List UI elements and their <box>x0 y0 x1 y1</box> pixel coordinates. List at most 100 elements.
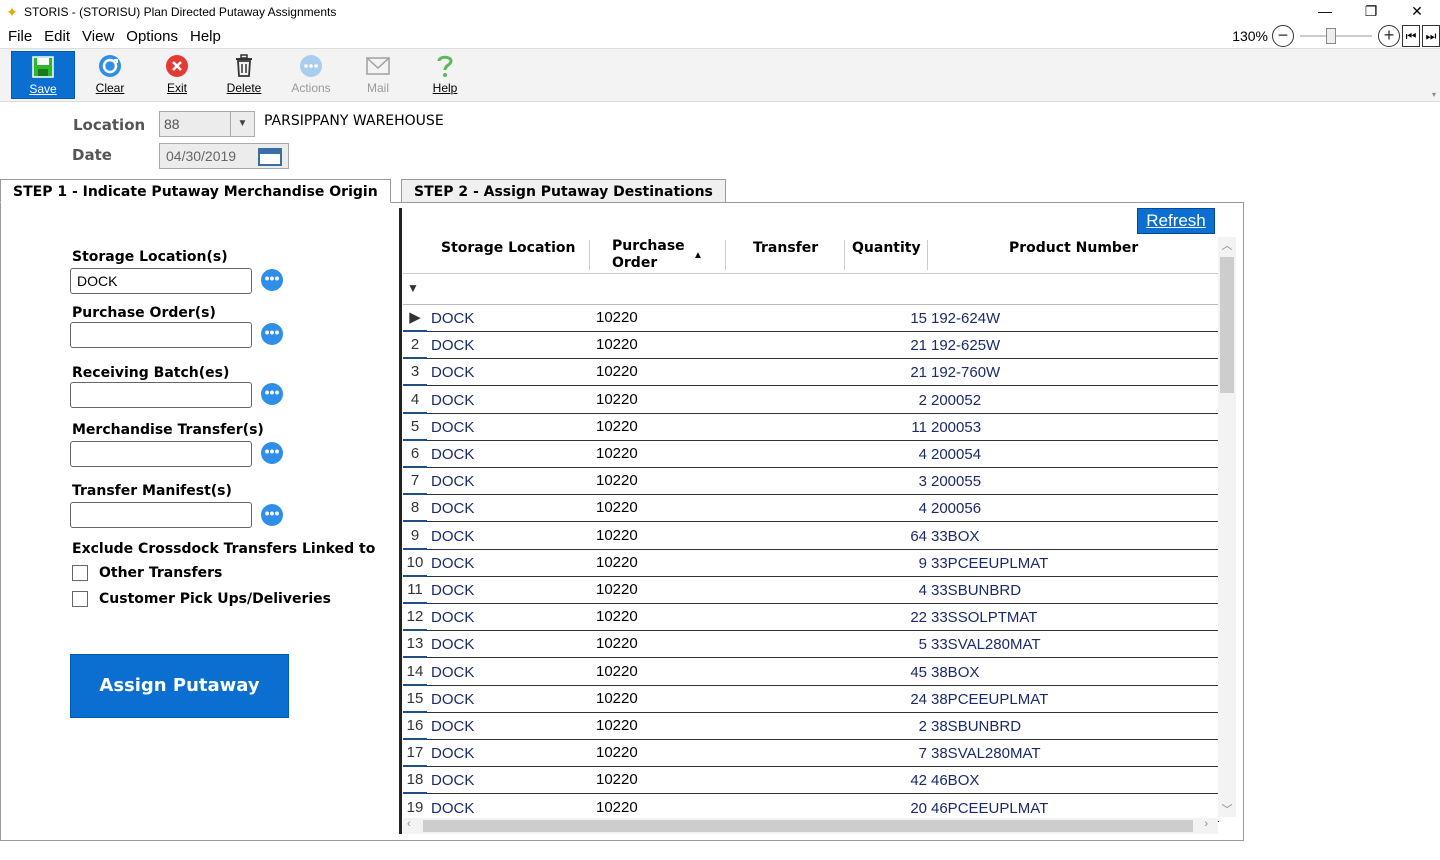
table-row[interactable]: 12 DOCK 10220 22 33SSOLPTMAT <box>403 604 1219 632</box>
minimize-button[interactable]: — <box>1302 0 1348 24</box>
vertical-scroll-thumb[interactable] <box>1220 257 1234 393</box>
location-select[interactable]: 88 ▼ <box>159 111 255 137</box>
save-label: Save <box>29 82 57 96</box>
merchandise-transfer-input[interactable] <box>70 441 252 467</box>
purchase-order-lookup-icon[interactable]: ••• <box>261 323 283 345</box>
cell-quantity: 4 <box>918 500 927 518</box>
cell-quantity: 15 <box>910 310 927 327</box>
delete-button[interactable]: Delete <box>212 51 276 99</box>
actions-button[interactable]: Actions <box>279 51 343 99</box>
col-transfer[interactable]: Transfer <box>753 240 818 257</box>
tab-step1[interactable]: STEP 1 - Indicate Putaway Merchandise Or… <box>0 179 391 203</box>
first-record-icon[interactable]: ⏮ <box>1402 25 1420 47</box>
chevron-down-icon[interactable]: ▼ <box>230 112 254 136</box>
zoom-out-icon[interactable]: − <box>1272 25 1294 47</box>
row-number: 15 <box>403 686 427 713</box>
cell-quantity: 4 <box>918 582 927 599</box>
panel-divider[interactable] <box>399 208 402 834</box>
menu-help[interactable]: Help <box>186 28 225 45</box>
table-row[interactable]: 16 DOCK 10220 2 38SBUNBRD <box>403 713 1219 740</box>
customer-pickups-checkbox[interactable] <box>72 591 88 607</box>
table-row[interactable]: 17 DOCK 10220 7 38SVAL280MAT <box>403 740 1219 768</box>
table-row[interactable]: 13 DOCK 10220 5 33SVAL280MAT <box>403 631 1219 659</box>
mail-button[interactable]: Mail <box>346 51 410 99</box>
transfer-manifest-input[interactable] <box>70 502 252 528</box>
clear-button[interactable]: Clear <box>78 51 142 99</box>
col-storage-location[interactable]: Storage Location <box>441 240 576 257</box>
vertical-scrollbar[interactable]: ︿ ﹀ <box>1218 237 1236 817</box>
table-row[interactable]: 2 DOCK 10220 21 192-625W <box>403 332 1219 360</box>
col-quantity[interactable]: Quantity <box>852 240 921 257</box>
table-row[interactable]: 3 DOCK 10220 21 192-760W <box>403 359 1219 387</box>
storage-location-lookup-icon[interactable]: ••• <box>261 269 283 291</box>
cell-storage-location: DOCK <box>431 337 475 355</box>
table-row[interactable]: 9 DOCK 10220 64 33BOX <box>403 523 1219 550</box>
restore-button[interactable]: ❐ <box>1348 0 1394 24</box>
help-button[interactable]: Help <box>413 51 477 99</box>
menu-view[interactable]: View <box>78 28 118 45</box>
close-button[interactable]: ✕ <box>1394 0 1440 24</box>
merchandise-transfer-lookup-icon[interactable]: ••• <box>261 442 283 464</box>
col-purchase-order[interactable]: Purchase Order <box>612 238 685 272</box>
horizontal-scroll-thumb[interactable] <box>423 820 1193 832</box>
menu-edit[interactable]: Edit <box>40 28 74 45</box>
tab-step2[interactable]: STEP 2 - Assign Putaway Destinations <box>401 179 726 202</box>
cell-storage-location: DOCK <box>431 718 475 735</box>
cell-quantity: 5 <box>918 636 927 654</box>
menu-options[interactable]: Options <box>122 28 182 45</box>
zoom-slider-thumb[interactable] <box>1326 28 1336 44</box>
col-product-number[interactable]: Product Number <box>1009 240 1138 257</box>
scroll-right-icon[interactable]: › <box>1204 818 1208 830</box>
table-row[interactable]: ▶ DOCK 10220 15 192-624W <box>403 305 1219 332</box>
date-field[interactable]: 04/30/2019 <box>159 143 289 169</box>
menu-file[interactable]: File <box>4 28 36 45</box>
cell-quantity: 9 <box>918 554 927 572</box>
cell-storage-location: DOCK <box>431 609 475 627</box>
scroll-left-icon[interactable]: ‹ <box>407 818 411 830</box>
table-row[interactable]: 14 DOCK 10220 45 38BOX <box>403 659 1219 686</box>
table-row[interactable]: 18 DOCK 10220 42 46BOX <box>403 767 1219 795</box>
scroll-down-icon[interactable]: ﹀ <box>1218 801 1236 817</box>
cell-product-number: 38SVAL280MAT <box>931 745 1041 763</box>
filter-row[interactable]: ▼ <box>403 275 1219 305</box>
cell-purchase-order: 10220 <box>596 526 638 544</box>
row-number: 3 <box>403 359 427 387</box>
cell-purchase-order: 10220 <box>596 363 638 381</box>
horizontal-scrollbar[interactable]: ‹ › <box>403 818 1218 834</box>
storage-location-input[interactable] <box>70 268 252 294</box>
receiving-batch-input[interactable] <box>70 382 252 408</box>
table-row[interactable]: 15 DOCK 10220 24 38PCEEUPLMAT <box>403 686 1219 713</box>
toolbar-overflow-icon[interactable]: ▾ <box>1432 90 1436 99</box>
purchase-order-input[interactable] <box>70 322 252 348</box>
table-row[interactable]: 4 DOCK 10220 2 200052 <box>403 387 1219 414</box>
table-row[interactable]: 8 DOCK 10220 4 200056 <box>403 495 1219 523</box>
row-number: 2 <box>403 332 427 360</box>
calendar-icon[interactable] <box>258 148 282 166</box>
zoom-slider[interactable] <box>1300 25 1372 47</box>
other-transfers-checkbox[interactable] <box>72 565 88 581</box>
receiving-batch-lookup-icon[interactable]: ••• <box>261 383 283 405</box>
last-record-icon[interactable]: ⏭ <box>1422 25 1440 47</box>
cell-product-number: 192-625W <box>931 337 1001 355</box>
cell-product-number: 38SBUNBRD <box>931 718 1022 735</box>
cell-product-number: 200055 <box>931 473 982 491</box>
row-number: 14 <box>403 659 427 686</box>
table-row[interactable]: 5 DOCK 10220 11 200053 <box>403 414 1219 441</box>
zoom-controls: 130% − + ⏮ ⏭ <box>1232 24 1440 48</box>
exit-button[interactable]: Exit <box>145 51 209 99</box>
transfer-manifest-lookup-icon[interactable]: ••• <box>261 504 283 526</box>
table-row[interactable]: 6 DOCK 10220 4 200054 <box>403 441 1219 468</box>
assign-putaway-button[interactable]: Assign Putaway <box>70 654 289 718</box>
table-row[interactable]: 11 DOCK 10220 4 33SBUNBRD <box>403 577 1219 604</box>
date-value: 04/30/2019 <box>166 148 237 164</box>
scroll-up-icon[interactable]: ︿ <box>1218 237 1236 253</box>
filter-icon[interactable]: ▼ <box>407 281 419 295</box>
zoom-in-icon[interactable]: + <box>1378 25 1400 47</box>
table-row[interactable]: 10 DOCK 10220 9 33PCEEUPLMAT <box>403 550 1219 577</box>
save-button[interactable]: Save <box>11 51 75 99</box>
refresh-button[interactable]: Refresh <box>1137 208 1215 234</box>
cell-quantity: 11 <box>911 418 927 436</box>
table-row[interactable]: 7 DOCK 10220 3 200055 <box>403 468 1219 496</box>
cell-quantity: 45 <box>910 663 927 681</box>
cell-quantity: 2 <box>918 718 927 735</box>
